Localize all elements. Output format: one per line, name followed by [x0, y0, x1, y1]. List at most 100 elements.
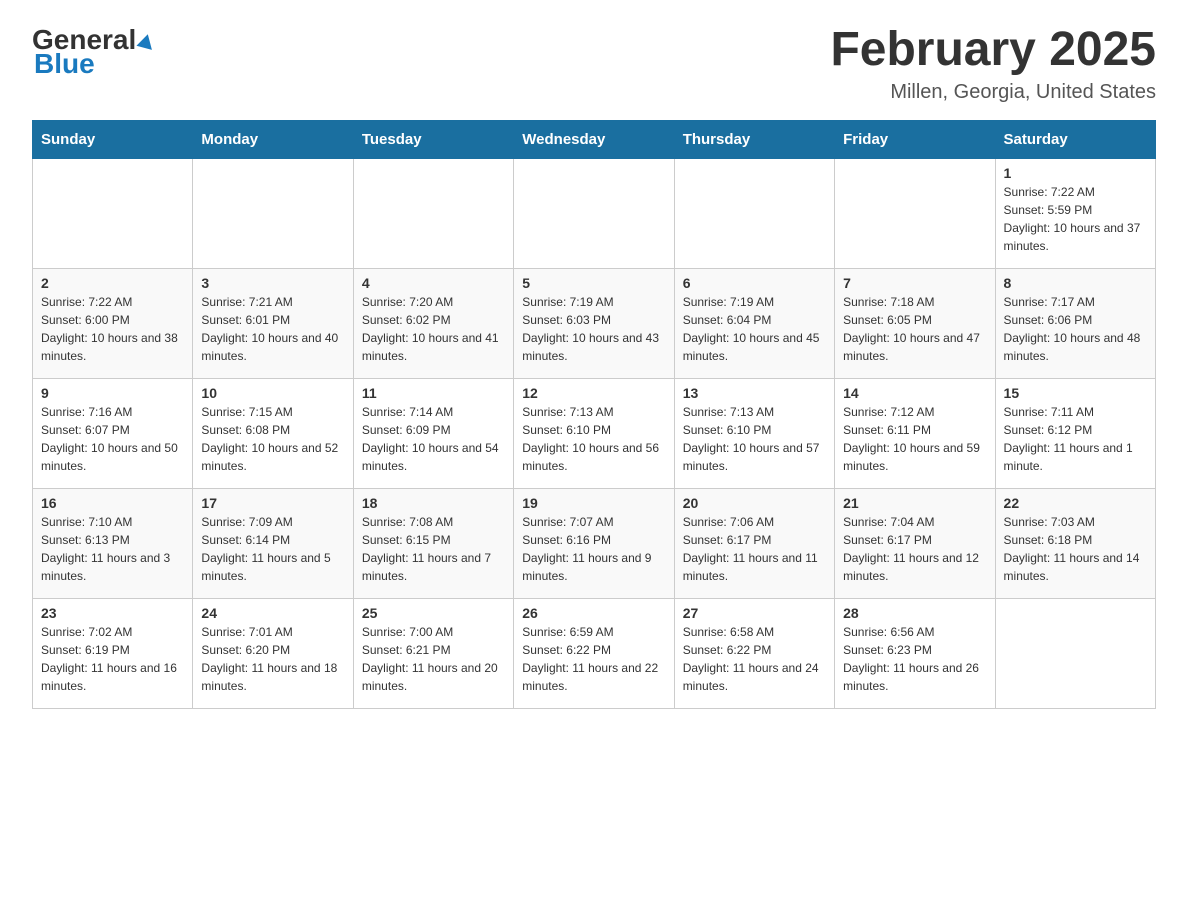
day-number: 4	[362, 275, 505, 291]
day-number: 11	[362, 385, 505, 401]
day-info: Sunrise: 7:09 AMSunset: 6:14 PMDaylight:…	[201, 513, 344, 585]
calendar-day-cell	[995, 598, 1155, 708]
day-info: Sunrise: 7:13 AMSunset: 6:10 PMDaylight:…	[683, 403, 826, 475]
calendar-day-cell: 12 Sunrise: 7:13 AMSunset: 6:10 PMDayligh…	[514, 378, 674, 488]
day-info: Sunrise: 7:19 AMSunset: 6:04 PMDaylight:…	[683, 293, 826, 365]
day-number: 27	[683, 605, 826, 621]
day-info: Sunrise: 7:13 AMSunset: 6:10 PMDaylight:…	[522, 403, 665, 475]
calendar-day-cell: 26 Sunrise: 6:59 AMSunset: 6:22 PMDayligh…	[514, 598, 674, 708]
day-number: 3	[201, 275, 344, 291]
calendar-day-cell: 11 Sunrise: 7:14 AMSunset: 6:09 PMDayligh…	[353, 378, 513, 488]
calendar-day-cell	[33, 158, 193, 268]
calendar-day-cell: 20Sunrise: 7:06 AMSunset: 6:17 PMDayligh…	[674, 488, 834, 598]
calendar-header-row: Sunday Monday Tuesday Wednesday Thursday…	[33, 120, 1156, 158]
day-info: Sunrise: 7:06 AMSunset: 6:17 PMDaylight:…	[683, 513, 826, 585]
calendar-week-row: 2Sunrise: 7:22 AMSunset: 6:00 PMDaylight…	[33, 268, 1156, 378]
calendar-table: Sunday Monday Tuesday Wednesday Thursday…	[32, 120, 1156, 709]
day-number: 1	[1004, 165, 1147, 181]
day-number: 14	[843, 385, 986, 401]
calendar-day-cell: 14 Sunrise: 7:12 AMSunset: 6:11 PMDayligh…	[835, 378, 995, 488]
day-number: 24	[201, 605, 344, 621]
day-number: 13	[683, 385, 826, 401]
day-number: 21	[843, 495, 986, 511]
col-friday: Friday	[835, 120, 995, 158]
col-saturday: Saturday	[995, 120, 1155, 158]
calendar-day-cell	[514, 158, 674, 268]
day-number: 28	[843, 605, 986, 621]
day-number: 19	[522, 495, 665, 511]
day-info: Sunrise: 7:11 AMSunset: 6:12 PMDaylight:…	[1004, 403, 1147, 475]
calendar-day-cell	[353, 158, 513, 268]
day-info: Sunrise: 7:04 AMSunset: 6:17 PMDaylight:…	[843, 513, 986, 585]
logo-blue-text: Blue	[34, 48, 95, 80]
calendar-day-cell: 1 Sunrise: 7:22 AMSunset: 5:59 PMDaylight…	[995, 158, 1155, 268]
col-monday: Monday	[193, 120, 353, 158]
day-number: 22	[1004, 495, 1147, 511]
day-number: 6	[683, 275, 826, 291]
col-wednesday: Wednesday	[514, 120, 674, 158]
title-section: February 2025 Millen, Georgia, United St…	[830, 24, 1156, 104]
day-info: Sunrise: 7:15 AMSunset: 6:08 PMDaylight:…	[201, 403, 344, 475]
calendar-day-cell	[835, 158, 995, 268]
day-info: Sunrise: 7:20 AMSunset: 6:02 PMDaylight:…	[362, 293, 505, 365]
calendar-day-cell: 7 Sunrise: 7:18 AMSunset: 6:05 PMDaylight…	[835, 268, 995, 378]
day-number: 25	[362, 605, 505, 621]
calendar-day-cell: 8 Sunrise: 7:17 AMSunset: 6:06 PMDaylight…	[995, 268, 1155, 378]
day-number: 8	[1004, 275, 1147, 291]
col-thursday: Thursday	[674, 120, 834, 158]
calendar-day-cell: 9 Sunrise: 7:16 AMSunset: 6:07 PMDaylight…	[33, 378, 193, 488]
day-info: Sunrise: 7:16 AMSunset: 6:07 PMDaylight:…	[41, 403, 184, 475]
day-info: Sunrise: 7:07 AMSunset: 6:16 PMDaylight:…	[522, 513, 665, 585]
day-number: 12	[522, 385, 665, 401]
calendar-day-cell: 27 Sunrise: 6:58 AMSunset: 6:22 PMDayligh…	[674, 598, 834, 708]
day-info: Sunrise: 7:10 AMSunset: 6:13 PMDaylight:…	[41, 513, 184, 585]
calendar-week-row: 23 Sunrise: 7:02 AMSunset: 6:19 PMDayligh…	[33, 598, 1156, 708]
day-info: Sunrise: 6:59 AMSunset: 6:22 PMDaylight:…	[522, 623, 665, 695]
calendar-day-cell: 23 Sunrise: 7:02 AMSunset: 6:19 PMDayligh…	[33, 598, 193, 708]
day-info: Sunrise: 7:14 AMSunset: 6:09 PMDaylight:…	[362, 403, 505, 475]
day-number: 23	[41, 605, 184, 621]
calendar-day-cell: 16 Sunrise: 7:10 AMSunset: 6:13 PMDayligh…	[33, 488, 193, 598]
calendar-day-cell: 5 Sunrise: 7:19 AMSunset: 6:03 PMDaylight…	[514, 268, 674, 378]
calendar-day-cell: 13 Sunrise: 7:13 AMSunset: 6:10 PMDayligh…	[674, 378, 834, 488]
day-number: 5	[522, 275, 665, 291]
calendar-day-cell: 10 Sunrise: 7:15 AMSunset: 6:08 PMDayligh…	[193, 378, 353, 488]
day-info: Sunrise: 7:03 AMSunset: 6:18 PMDaylight:…	[1004, 513, 1147, 585]
calendar-day-cell: 18 Sunrise: 7:08 AMSunset: 6:15 PMDayligh…	[353, 488, 513, 598]
page-header: General Blue February 2025 Millen, Georg…	[32, 24, 1156, 104]
calendar-day-cell: 3 Sunrise: 7:21 AMSunset: 6:01 PMDaylight…	[193, 268, 353, 378]
day-info: Sunrise: 7:19 AMSunset: 6:03 PMDaylight:…	[522, 293, 665, 365]
day-info: Sunrise: 7:02 AMSunset: 6:19 PMDaylight:…	[41, 623, 184, 695]
day-number: 15	[1004, 385, 1147, 401]
day-info: Sunrise: 7:12 AMSunset: 6:11 PMDaylight:…	[843, 403, 986, 475]
col-sunday: Sunday	[33, 120, 193, 158]
day-number: 10	[201, 385, 344, 401]
calendar-day-cell: 2Sunrise: 7:22 AMSunset: 6:00 PMDaylight…	[33, 268, 193, 378]
calendar-day-cell: 4 Sunrise: 7:20 AMSunset: 6:02 PMDaylight…	[353, 268, 513, 378]
calendar-day-cell: 21 Sunrise: 7:04 AMSunset: 6:17 PMDayligh…	[835, 488, 995, 598]
day-info: Sunrise: 6:58 AMSunset: 6:22 PMDaylight:…	[683, 623, 826, 695]
day-number: 18	[362, 495, 505, 511]
calendar-week-row: 16 Sunrise: 7:10 AMSunset: 6:13 PMDayligh…	[33, 488, 1156, 598]
col-tuesday: Tuesday	[353, 120, 513, 158]
day-number: 26	[522, 605, 665, 621]
day-number: 7	[843, 275, 986, 291]
day-info: Sunrise: 7:22 AMSunset: 5:59 PMDaylight:…	[1004, 183, 1147, 255]
day-number: 16	[41, 495, 184, 511]
day-info: Sunrise: 7:00 AMSunset: 6:21 PMDaylight:…	[362, 623, 505, 695]
day-number: 17	[201, 495, 344, 511]
calendar-day-cell: 19 Sunrise: 7:07 AMSunset: 6:16 PMDayligh…	[514, 488, 674, 598]
day-info: Sunrise: 7:01 AMSunset: 6:20 PMDaylight:…	[201, 623, 344, 695]
calendar-day-cell: 6 Sunrise: 7:19 AMSunset: 6:04 PMDaylight…	[674, 268, 834, 378]
calendar-day-cell: 28Sunrise: 6:56 AMSunset: 6:23 PMDayligh…	[835, 598, 995, 708]
day-number: 2	[41, 275, 184, 291]
day-info: Sunrise: 7:21 AMSunset: 6:01 PMDaylight:…	[201, 293, 344, 365]
day-info: Sunrise: 7:18 AMSunset: 6:05 PMDaylight:…	[843, 293, 986, 365]
location-text: Millen, Georgia, United States	[830, 81, 1156, 104]
day-number: 9	[41, 385, 184, 401]
day-info: Sunrise: 7:08 AMSunset: 6:15 PMDaylight:…	[362, 513, 505, 585]
calendar-day-cell	[193, 158, 353, 268]
calendar-week-row: 1 Sunrise: 7:22 AMSunset: 5:59 PMDaylight…	[33, 158, 1156, 268]
day-info: Sunrise: 7:17 AMSunset: 6:06 PMDaylight:…	[1004, 293, 1147, 365]
month-title: February 2025	[830, 24, 1156, 77]
